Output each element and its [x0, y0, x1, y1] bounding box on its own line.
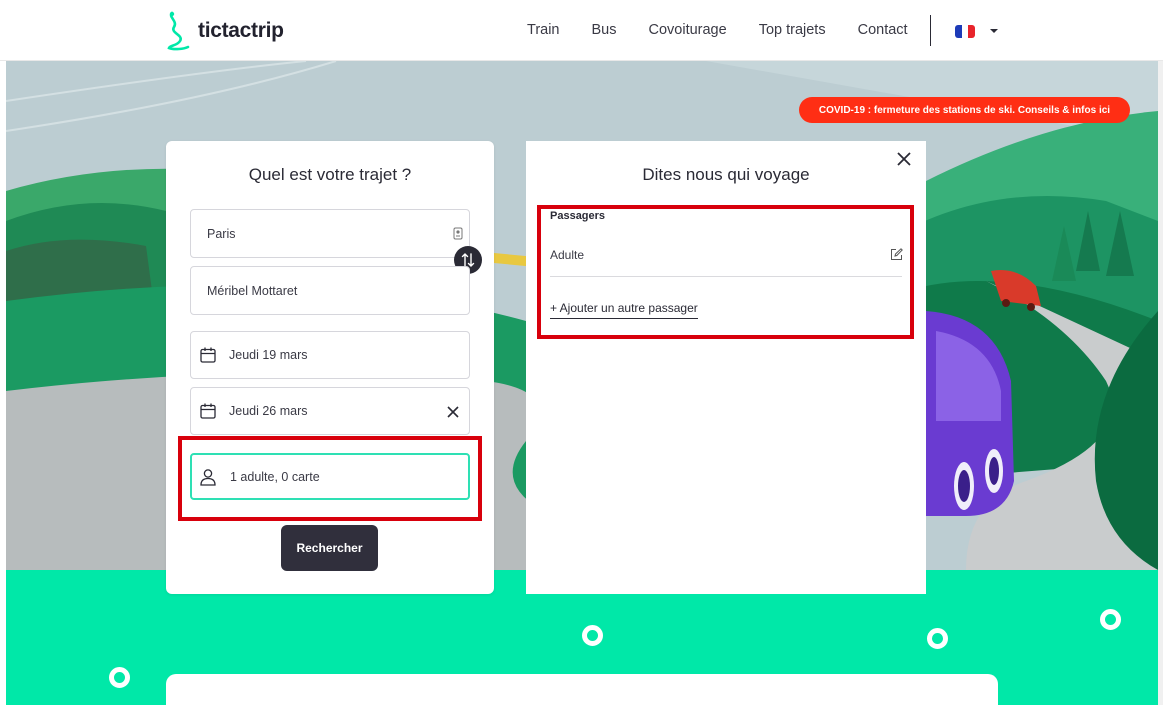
departure-date-value: Jeudi 19 mars	[229, 348, 308, 362]
brand-name: tictactrip	[198, 19, 284, 42]
calendar-icon	[200, 347, 216, 363]
origin-field[interactable]: Paris	[190, 209, 470, 258]
passengers-section-highlight	[537, 205, 914, 339]
destination-field[interactable]: Méribel Mottaret	[190, 266, 470, 315]
main-nav: Train Bus Covoiturage Top trajets Contac…	[527, 22, 940, 38]
content-card-peek	[166, 674, 998, 705]
decor-ring-icon	[927, 628, 948, 649]
french-flag-icon[interactable]	[955, 25, 975, 38]
brand-logo[interactable]: tictactrip	[166, 11, 284, 51]
close-icon[interactable]	[897, 152, 911, 166]
covid-banner[interactable]: COVID-19 : fermeture des stations de ski…	[799, 97, 1130, 123]
nav-train[interactable]: Train	[527, 22, 560, 38]
nav-contact[interactable]: Contact	[858, 22, 908, 38]
page-scrollbar[interactable]	[1158, 61, 1163, 705]
clear-date-icon[interactable]	[447, 406, 459, 418]
search-title: Quel est votre trajet ?	[248, 165, 412, 184]
decor-ring-icon	[109, 667, 130, 688]
search-card: Quel est votre trajet ? Paris Méribel Mo…	[166, 141, 494, 594]
nav-divider	[930, 15, 931, 46]
search-button[interactable]: Rechercher	[281, 525, 378, 571]
decor-ring-icon	[1100, 609, 1121, 630]
tictactrip-logo-icon	[167, 11, 190, 51]
origin-value: Paris	[207, 226, 236, 241]
departure-date-field[interactable]: Jeudi 19 mars	[190, 331, 470, 379]
nav-bus[interactable]: Bus	[592, 22, 617, 38]
site-header: tictactrip Train Bus Covoiturage Top tra…	[0, 0, 1163, 61]
passengers-highlight	[178, 436, 482, 521]
nav-covoiturage[interactable]: Covoiturage	[649, 22, 727, 38]
language-dropdown-caret-icon[interactable]	[990, 29, 998, 33]
nav-top-trajets[interactable]: Top trajets	[759, 22, 826, 38]
location-pin-icon[interactable]	[453, 227, 463, 240]
return-date-value: Jeudi 26 mars	[229, 404, 308, 418]
decor-ring-icon	[582, 625, 603, 646]
return-date-field[interactable]: Jeudi 26 mars	[190, 387, 470, 435]
passengers-panel-title: Dites nous qui voyage	[642, 165, 810, 184]
destination-value: Méribel Mottaret	[207, 283, 298, 298]
calendar-icon	[200, 403, 216, 419]
